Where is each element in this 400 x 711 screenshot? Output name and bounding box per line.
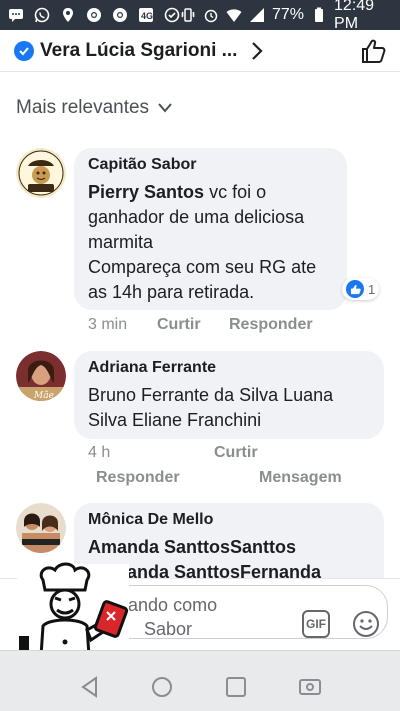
battery-percent: 77%: [272, 6, 305, 23]
comment-bubble[interactable]: Capitão Sabor Pierry Santos vc foi o gan…: [74, 148, 347, 310]
battery-icon: [311, 7, 327, 23]
verified-badge-icon: [14, 40, 34, 61]
gif-label: GIF: [306, 617, 326, 631]
recents-icon[interactable]: [224, 675, 248, 699]
home-icon[interactable]: [150, 675, 174, 699]
reaction-badge[interactable]: 1: [342, 278, 380, 300]
chevron-down-icon: [158, 103, 172, 113]
message-link[interactable]: Mensagem: [259, 469, 342, 487]
clock: 12:49 PM: [334, 0, 375, 32]
like-link[interactable]: Curtir: [157, 316, 201, 334]
back-icon[interactable]: [78, 675, 102, 699]
status-bar-right: 77% 12:49 PM: [180, 0, 392, 33]
avatar[interactable]: [16, 148, 66, 198]
svg-text:4G: 4G: [141, 11, 153, 21]
avatar[interactable]: [16, 503, 66, 553]
chrome-icon: [112, 7, 128, 23]
composer-placeholder-name: Sabor: [144, 619, 193, 639]
location-pin-icon: [60, 7, 76, 23]
comment-author[interactable]: Mônica De Mello: [88, 511, 370, 529]
comment-text: Bruno Ferrante da Silva Luana Silva Elia…: [88, 385, 334, 430]
reaction-count: 1: [368, 281, 376, 297]
reply-link[interactable]: Responder: [229, 316, 313, 334]
comment-bubble[interactable]: Adriana Ferrante Bruno Ferrante da Silva…: [74, 351, 384, 439]
page-header: Vera Lúcia Sgarioni ...: [0, 30, 400, 72]
app-icon: [164, 7, 180, 23]
comment-author[interactable]: Adriana Ferrante: [88, 359, 370, 377]
wifi-icon: [226, 7, 242, 23]
messages-icon: [8, 7, 24, 23]
thumbs-up-icon[interactable]: [360, 38, 386, 64]
status-bar-left: 4G: [8, 7, 180, 23]
gif-button[interactable]: GIF: [302, 610, 330, 638]
signal-icon: [249, 7, 265, 23]
comment-author[interactable]: Capitão Sabor: [88, 156, 333, 174]
like-link[interactable]: Curtir: [214, 444, 258, 462]
post-author-title[interactable]: Vera Lúcia Sgarioni ...: [40, 40, 237, 62]
network-icon: 4G: [138, 7, 154, 23]
comment-text: Pierry Santos vc foi o ganhador de uma d…: [88, 180, 333, 255]
svg-text:Mãe: Mãe: [33, 390, 54, 401]
avatar[interactable]: Mãe: [16, 351, 66, 401]
chrome-icon: [86, 7, 102, 23]
comment-text-line: Compareça com seu RG ate as 14h para ret…: [88, 257, 317, 302]
emoji-icon[interactable]: [352, 610, 380, 638]
vibrate-icon: [180, 7, 196, 23]
comment-time: 4 h: [88, 444, 111, 461]
status-bar: 4G 77% 12:49 PM: [0, 0, 400, 33]
system-nav-bar: [0, 650, 400, 711]
sort-dropdown[interactable]: Mais relevantes: [16, 97, 173, 119]
screen-toggle-icon[interactable]: [298, 675, 322, 699]
like-reaction-icon: [346, 280, 364, 298]
alarm-icon: [203, 7, 219, 23]
whatsapp-icon: [34, 7, 50, 23]
sort-label: Mais relevantes: [16, 97, 150, 118]
reply-link[interactable]: Responder: [96, 469, 180, 487]
mention-link[interactable]: Pierry Santos: [88, 182, 204, 202]
comment-time: 3 min: [88, 316, 128, 333]
chevron-right-icon[interactable]: [249, 41, 265, 61]
